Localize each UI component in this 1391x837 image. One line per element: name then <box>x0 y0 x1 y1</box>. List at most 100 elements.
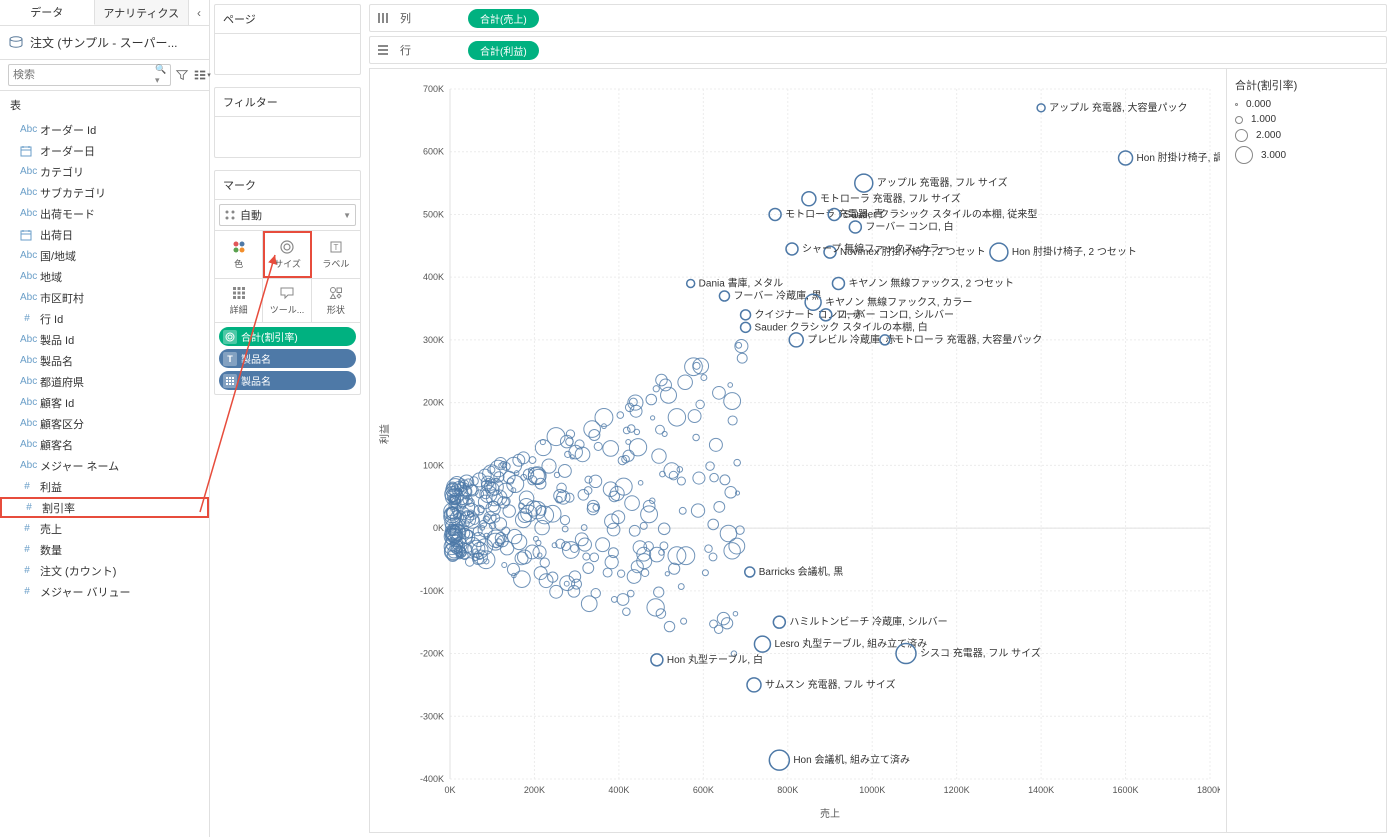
svg-text:-100K: -100K <box>420 586 444 596</box>
field-item[interactable]: Abc出荷モード <box>0 203 209 224</box>
collapse-sidebar-button[interactable]: ‹ <box>189 0 209 25</box>
field-list: Abcオーダー Idオーダー日AbcカテゴリAbcサブカテゴリAbc出荷モード出… <box>0 119 209 837</box>
field-item[interactable]: #数量 <box>0 539 209 560</box>
field-item[interactable]: #注文 (カウント) <box>0 560 209 581</box>
svg-text:アップル 充電器, 大容量パック: アップル 充電器, 大容量パック <box>1049 101 1187 114</box>
mark-detail-button[interactable]: 詳細 <box>215 279 263 322</box>
field-item[interactable]: Abcオーダー Id <box>0 119 209 140</box>
tooltip-icon <box>279 285 295 301</box>
svg-text:400K: 400K <box>423 272 444 282</box>
svg-text:200K: 200K <box>524 785 545 795</box>
mark-shape-button[interactable]: 形状 <box>312 279 360 322</box>
marks-type-row: 自動 ▼ <box>215 200 360 231</box>
tab-data[interactable]: データ <box>0 0 95 25</box>
svg-text:Hon 肘掛け椅子, 調整可能: Hon 肘掛け椅子, 調整可能 <box>1137 151 1220 164</box>
tab-analytics[interactable]: アナリティクス <box>95 0 190 25</box>
mark-pill[interactable]: 合計(割引率) <box>219 327 356 346</box>
cards-pane: ページ フィルター マーク 自動 ▼ 色 サイズ <box>210 0 365 837</box>
rows-shelf[interactable]: 行 合計(利益) <box>369 36 1387 64</box>
legend-item: 2.000 <box>1235 129 1378 142</box>
filters-shelf[interactable]: フィルター <box>214 87 361 158</box>
rows-icon <box>376 43 392 57</box>
svg-text:Hon 肘掛け椅子, 2 つセット: Hon 肘掛け椅子, 2 つセット <box>1012 245 1137 258</box>
field-item[interactable]: Abc製品名 <box>0 350 209 371</box>
svg-text:100K: 100K <box>423 460 444 470</box>
svg-text:Hon 丸型テーブル, 白: Hon 丸型テーブル, 白 <box>667 653 763 666</box>
svg-text:T: T <box>333 243 338 252</box>
field-item[interactable]: Abc都道府県 <box>0 371 209 392</box>
search-dropdown-icon[interactable]: 🔍▾ <box>155 64 166 86</box>
pages-shelf[interactable]: ページ <box>214 4 361 75</box>
marks-buttons-row2: 詳細 ツール... 形状 <box>215 279 360 323</box>
svg-text:キヤノン 無線ファックス, カラー: キヤノン 無線ファックス, カラー <box>825 295 972 308</box>
columns-label: 列 <box>400 10 460 26</box>
mark-label-button[interactable]: T ラベル <box>312 231 360 278</box>
mark-pill[interactable]: 製品名 <box>219 371 356 390</box>
view-toggle-icon[interactable]: ▾ <box>193 65 211 85</box>
mark-pill[interactable]: T製品名 <box>219 349 356 368</box>
svg-text:1400K: 1400K <box>1028 785 1054 795</box>
size-icon <box>279 239 295 255</box>
mark-color-label: 色 <box>234 257 243 270</box>
marks-card: マーク 自動 ▼ 色 サイズ T ラベル <box>214 170 361 395</box>
svg-text:1600K: 1600K <box>1113 785 1139 795</box>
mark-detail-label: 詳細 <box>230 303 248 316</box>
field-item[interactable]: Abc顧客 Id <box>0 392 209 413</box>
mark-tooltip-button[interactable]: ツール... <box>263 279 311 322</box>
columns-pill[interactable]: 合計(売上) <box>468 9 539 28</box>
viz-area: 0K200K400K600K800K1000K1200K1400K1600K18… <box>369 68 1387 833</box>
mark-label-label: ラベル <box>322 257 349 270</box>
field-item[interactable]: Abc顧客区分 <box>0 413 209 434</box>
columns-icon <box>376 11 392 25</box>
svg-text:売上: 売上 <box>820 807 840 820</box>
svg-text:Hon 会議机, 組み立て済み: Hon 会議机, 組み立て済み <box>793 753 910 766</box>
svg-text:200K: 200K <box>423 398 444 408</box>
chart-container[interactable]: 0K200K400K600K800K1000K1200K1400K1600K18… <box>370 69 1226 832</box>
size-legend[interactable]: 合計(割引率) 0.0001.0002.0003.000 <box>1226 69 1386 832</box>
field-item[interactable]: #メジャー バリュー <box>0 581 209 602</box>
field-item[interactable]: #行 Id <box>0 308 209 329</box>
search-input-wrapper: 🔍▾ <box>8 64 171 86</box>
marks-type-selector[interactable]: 自動 ▼ <box>219 204 356 226</box>
mark-color-button[interactable]: 色 <box>215 231 263 278</box>
search-input[interactable] <box>13 69 155 81</box>
columns-shelf[interactable]: 列 合計(売上) <box>369 4 1387 32</box>
field-item[interactable]: Abc国/地域 <box>0 245 209 266</box>
svg-text:1200K: 1200K <box>944 785 970 795</box>
field-item[interactable]: オーダー日 <box>0 140 209 161</box>
rows-pill[interactable]: 合計(利益) <box>468 41 539 60</box>
svg-text:600K: 600K <box>693 785 714 795</box>
svg-text:-400K: -400K <box>420 774 444 784</box>
svg-text:-200K: -200K <box>420 649 444 659</box>
field-item[interactable]: #売上 <box>0 518 209 539</box>
field-item[interactable]: 出荷日 <box>0 224 209 245</box>
field-item[interactable]: Abcサブカテゴリ <box>0 182 209 203</box>
scatter-chart: 0K200K400K600K800K1000K1200K1400K1600K18… <box>370 69 1220 829</box>
field-item[interactable]: Abc市区町村 <box>0 287 209 308</box>
color-icon <box>231 239 247 255</box>
datasource-row[interactable]: 注文 (サンプル - スーパー... <box>0 26 209 60</box>
svg-text:700K: 700K <box>423 84 444 94</box>
datasource-icon <box>8 35 24 51</box>
field-item[interactable]: #利益 <box>0 476 209 497</box>
field-item[interactable]: Abc顧客名 <box>0 434 209 455</box>
svg-text:Sauder クラシック スタイルの本棚, 従来型: Sauder クラシック スタイルの本棚, 従来型 <box>844 207 1037 220</box>
pages-shelf-title: ページ <box>215 5 360 34</box>
search-row: 🔍▾ ▾ <box>0 60 209 91</box>
svg-text:-300K: -300K <box>420 711 444 721</box>
mark-pills-list: 合計(割引率) T製品名製品名 <box>215 323 360 394</box>
field-item[interactable]: #割引率 <box>0 497 209 518</box>
svg-text:800K: 800K <box>777 785 798 795</box>
field-item[interactable]: Abcカテゴリ <box>0 161 209 182</box>
field-item[interactable]: Abc製品 Id <box>0 329 209 350</box>
svg-text:Barricks 会議机, 黒: Barricks 会議机, 黒 <box>759 565 843 578</box>
field-item[interactable]: Abc地域 <box>0 266 209 287</box>
shape-icon <box>328 285 344 301</box>
field-item[interactable]: Abcメジャー ネーム <box>0 455 209 476</box>
mark-size-label: サイズ <box>274 257 301 270</box>
mark-size-button[interactable]: サイズ <box>263 231 311 278</box>
label-icon: T <box>328 239 344 255</box>
svg-text:フーバー コンロ, シルバー: フーバー コンロ, シルバー <box>836 309 954 321</box>
filter-fields-icon[interactable] <box>175 65 189 85</box>
marks-type-label: 自動 <box>240 207 262 223</box>
